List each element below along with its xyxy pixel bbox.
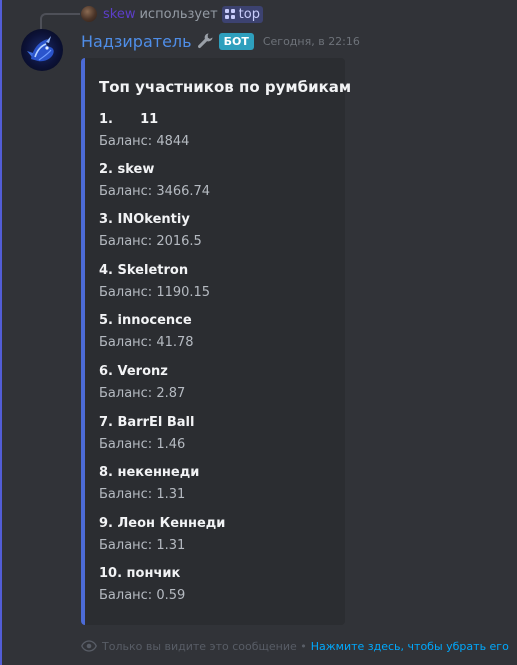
ephemeral-note: Только вы видите это сообщение • <box>102 639 307 653</box>
entry-name: 2. skew <box>99 162 155 177</box>
entry-name: 10. пончик <box>99 566 181 581</box>
entry-balance: Баланс: 1.31 <box>99 538 186 553</box>
command-chip[interactable]: top <box>221 5 263 23</box>
leaderboard-entry: 1. 11 Баланс: 4844 <box>99 110 189 152</box>
message-timestamp[interactable]: Сегодня, в 22:16 <box>263 35 360 48</box>
dismiss-message-link[interactable]: Нажмите здесь, чтобы убрать его <box>311 640 509 653</box>
reply-username[interactable]: skew <box>103 7 135 22</box>
entry-balance: Баланс: 1190.15 <box>99 285 211 300</box>
entry-balance: Баланс: 41.78 <box>99 335 194 350</box>
entry-balance: Баланс: 2016.5 <box>99 234 202 249</box>
leaderboard-entry: 7. BarrEl Ball Баланс: 1.46 <box>99 413 194 455</box>
leaderboard-embed: Топ участников по румбикам 1. 11 Баланс:… <box>81 58 351 625</box>
entry-balance: Баланс: 0.59 <box>99 588 186 603</box>
reply-preview[interactable]: skew использует top <box>81 5 263 23</box>
leaderboard-entry: 2. skew Баланс: 3466.74 <box>99 160 210 202</box>
reply-action-text: использует <box>139 6 218 22</box>
wrench-icon <box>197 33 213 49</box>
bot-badge: БОТ <box>218 32 254 50</box>
reply-avatar[interactable] <box>81 6 97 22</box>
embed-title: Топ участников по румбикам <box>99 78 352 96</box>
entry-name: 8. некеннеди <box>99 465 200 480</box>
author-name[interactable]: Надзиратель <box>81 32 192 51</box>
entry-balance: Баланс: 2.87 <box>99 386 186 401</box>
entry-balance: Баланс: 1.46 <box>99 437 186 452</box>
leaderboard-entry: 4. Skeletron Баланс: 1190.15 <box>99 261 210 303</box>
ephemeral-notice: Только вы видите это сообщение • Нажмите… <box>81 637 509 655</box>
leaderboard-entry: 10. пончик Баланс: 0.59 <box>99 564 185 606</box>
entry-balance: Баланс: 1.31 <box>99 487 186 502</box>
leaderboard-entry: 5. innocence Баланс: 41.78 <box>99 311 194 353</box>
message-header: Надзиратель БОТ Сегодня, в 22:16 <box>81 30 360 52</box>
command-name: top <box>238 6 260 22</box>
entry-name: 5. innocence <box>99 313 192 328</box>
bot-avatar[interactable] <box>21 29 63 71</box>
leaderboard-entry: 3. INOkentiy Баланс: 2016.5 <box>99 210 202 252</box>
leaderboard-entry: 8. некеннеди Баланс: 1.31 <box>99 463 199 505</box>
eye-icon <box>81 640 97 652</box>
message-view: skew использует top Надзиратель БОТ Сего… <box>0 0 517 665</box>
entry-name: 6. Veronz <box>99 364 168 379</box>
entry-name: 9. Леон Кеннеди <box>99 516 226 531</box>
reply-connector <box>40 13 80 29</box>
entry-name: 7. BarrEl Ball <box>99 415 195 430</box>
leaderboard-entry: 9. Леон Кеннеди Баланс: 1.31 <box>99 514 225 556</box>
entry-balance: Баланс: 3466.74 <box>99 184 211 199</box>
entry-name: 4. Skeletron <box>99 263 189 278</box>
entry-balance: Баланс: 4844 <box>99 134 190 149</box>
leaderboard-entry: 6. Veronz Баланс: 2.87 <box>99 362 185 404</box>
slash-command-icon <box>224 9 235 19</box>
message-highlight-bar <box>0 0 2 665</box>
entry-name: 1. 11 <box>99 112 159 127</box>
dragon-avatar-icon <box>27 36 54 62</box>
entry-name: 3. INOkentiy <box>99 212 190 227</box>
